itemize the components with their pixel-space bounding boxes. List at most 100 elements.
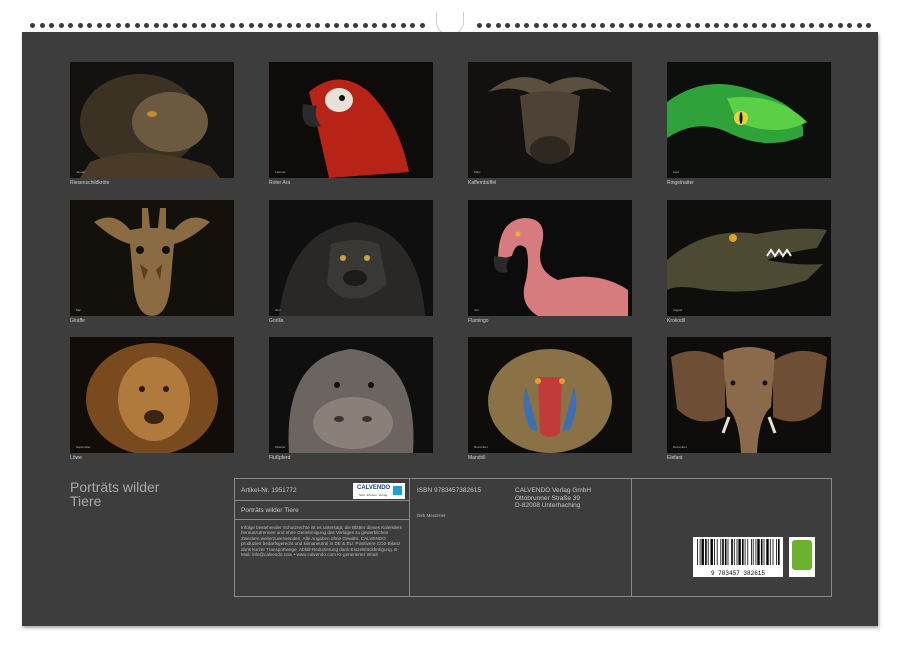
binding-hole: [324, 23, 330, 28]
thumbnail-caption: Mandrill: [468, 455, 486, 461]
logo-tagline: Sieh. Erleben. Verlag: [359, 493, 388, 497]
divider: [409, 479, 410, 596]
binding-hole: [296, 23, 301, 28]
month-label: Dezember: [673, 445, 687, 449]
divider: [631, 479, 632, 596]
binding-hole: [552, 23, 558, 28]
month-label: April: [673, 170, 680, 174]
binding-hole: [39, 23, 45, 28]
binding-hole: [77, 23, 83, 28]
month-label: Januar: [76, 170, 86, 174]
leaf-icon: [792, 540, 812, 570]
month-label: Juni: [275, 308, 281, 312]
thumbnail-gorilla: Juni: [269, 200, 433, 316]
binding-hole: [144, 23, 149, 28]
binding-hole: [172, 23, 178, 28]
binding-hole: [486, 23, 491, 28]
binding-hole: [153, 23, 159, 28]
binding-hole: [666, 23, 672, 28]
binding-hole: [543, 23, 548, 28]
thumbnail-elephant: Dezember: [667, 337, 831, 453]
mandrill-icon: [468, 337, 632, 453]
binding-hole: [134, 23, 140, 28]
binding-hole: [856, 23, 862, 28]
crocodile-icon: [667, 200, 831, 316]
thumbnail-caption: Ringelnatter: [667, 180, 694, 186]
calendar-title-line2: Tiere: [70, 493, 102, 509]
thumbnail-caption: Löwe: [70, 455, 82, 461]
thumbnail-giraffe: Mai: [70, 200, 234, 316]
macaw-icon: [269, 62, 433, 178]
month-label: September: [76, 445, 91, 449]
thumbnail-crocodile: August: [667, 200, 831, 316]
publisher-city: D-82008 Unterhaching: [515, 502, 581, 509]
binding-hole: [286, 23, 292, 28]
binding-hole: [657, 23, 662, 28]
product-info-box: Artikel-Nr. 1951772 CALVENDO Sieh. Erleb…: [234, 478, 832, 597]
thumbnail-snake: April: [667, 62, 831, 178]
publisher-name: CALVENDO Verlag GmbH: [515, 487, 592, 494]
isbn: ISBN 9783457382615: [417, 487, 481, 494]
barcode-number: 9 783457 382615: [710, 570, 765, 577]
month-label: Oktober: [275, 445, 286, 449]
binding-hole: [410, 23, 415, 28]
binding-hole: [809, 23, 814, 28]
barcode: 9 783457 382615: [693, 537, 783, 577]
binding-hole: [638, 23, 643, 28]
eco-label: eco: [796, 570, 808, 576]
binding-hole: [647, 23, 653, 28]
logo-flag-icon: [393, 486, 402, 495]
binding-hole: [277, 23, 282, 28]
binding-hole: [752, 23, 757, 28]
thumbnail-buffalo: März: [468, 62, 632, 178]
binding-hole: [695, 23, 700, 28]
binding-hole: [771, 23, 776, 28]
thumbnail-caption: Kaffernbüffel: [468, 180, 497, 186]
binding-hole: [562, 23, 567, 28]
binding-hole: [866, 23, 871, 28]
binding-hole: [372, 23, 377, 28]
author: Dirk Meutzner: [417, 513, 446, 518]
snake-icon: [667, 62, 831, 178]
thumbnail-macaw: Februar: [269, 62, 433, 178]
divider: [235, 519, 409, 520]
binding-hole: [704, 23, 710, 28]
month-label: Juli: [474, 308, 479, 312]
buffalo-icon: [468, 62, 632, 178]
month-label: Februar: [275, 170, 286, 174]
binding-hole: [533, 23, 539, 28]
tortoise-icon: [70, 62, 234, 178]
binding-hole: [239, 23, 244, 28]
binding-hole: [258, 23, 263, 28]
binding-hole: [571, 23, 577, 28]
binding-hole: [837, 23, 843, 28]
binding-hole: [847, 23, 852, 28]
binding-hole: [201, 23, 206, 28]
binding-hole: [505, 23, 510, 28]
binding-hole: [163, 23, 168, 28]
thumbnail-caption: Krokodil: [667, 318, 686, 324]
lion-icon: [70, 337, 234, 453]
binding-hole: [381, 23, 387, 28]
binding-hole: [49, 23, 54, 28]
binding-hole: [609, 23, 615, 28]
logo-wordmark: CALVENDO: [357, 485, 391, 491]
calendar-title-line1: Porträts wilder: [70, 479, 160, 495]
binding-hole: [590, 23, 596, 28]
binding-hole: [30, 23, 35, 28]
binding-hole: [476, 23, 482, 28]
gorilla-icon: [269, 200, 433, 316]
legal-notice: Infolge bestehender Schutzrechte ist es …: [241, 525, 402, 558]
binding-hole: [191, 23, 197, 28]
binding-hole: [628, 23, 634, 28]
binding-hole: [419, 23, 425, 28]
thumbnail-caption: Flamingo: [468, 318, 489, 324]
calendar-back-page: Januar Riesenschildkröte Februar Roter A…: [22, 32, 878, 626]
binding-hole: [828, 23, 833, 28]
month-label: März: [474, 170, 481, 174]
article-number: Artikel-Nr. 1951772: [241, 487, 297, 494]
publisher-street: Ottobrunner Straße 39: [515, 494, 581, 502]
divider: [235, 500, 409, 501]
product-title: Porträts wilder Tiere: [241, 507, 299, 514]
binding-hole: [343, 23, 349, 28]
